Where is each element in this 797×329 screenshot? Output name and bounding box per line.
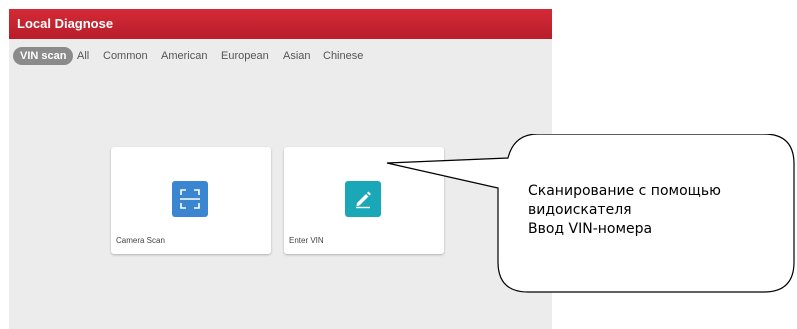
callout-text: Сканирование с помощью видоискателя Ввод… bbox=[528, 182, 788, 239]
app-window: Local Diagnose VIN scan All Common Ameri… bbox=[9, 9, 552, 329]
tab-vin-scan[interactable]: VIN scan bbox=[13, 47, 74, 65]
category-tabs: VIN scan All Common American European As… bbox=[9, 39, 552, 85]
enter-vin-card[interactable]: Enter VIN bbox=[284, 147, 444, 254]
callout-line: Сканирование с помощью bbox=[528, 183, 721, 199]
tab-all[interactable]: All bbox=[77, 47, 89, 65]
pencil-icon bbox=[345, 181, 381, 217]
enter-vin-label: Enter VIN bbox=[289, 236, 324, 245]
title-bar: Local Diagnose bbox=[9, 9, 552, 39]
page-title: Local Diagnose bbox=[17, 16, 114, 31]
callout-line: Ввод VIN-номера bbox=[528, 221, 653, 237]
tab-european[interactable]: European bbox=[221, 47, 269, 65]
tab-american[interactable]: American bbox=[161, 47, 207, 65]
scan-frame-icon bbox=[172, 181, 208, 217]
camera-scan-label: Camera Scan bbox=[116, 236, 165, 245]
tab-chinese[interactable]: Chinese bbox=[323, 47, 363, 65]
tab-common[interactable]: Common bbox=[103, 47, 148, 65]
camera-scan-card[interactable]: Camera Scan bbox=[111, 147, 271, 254]
tab-asian[interactable]: Asian bbox=[283, 47, 311, 65]
callout-line: видоискателя bbox=[528, 202, 632, 218]
